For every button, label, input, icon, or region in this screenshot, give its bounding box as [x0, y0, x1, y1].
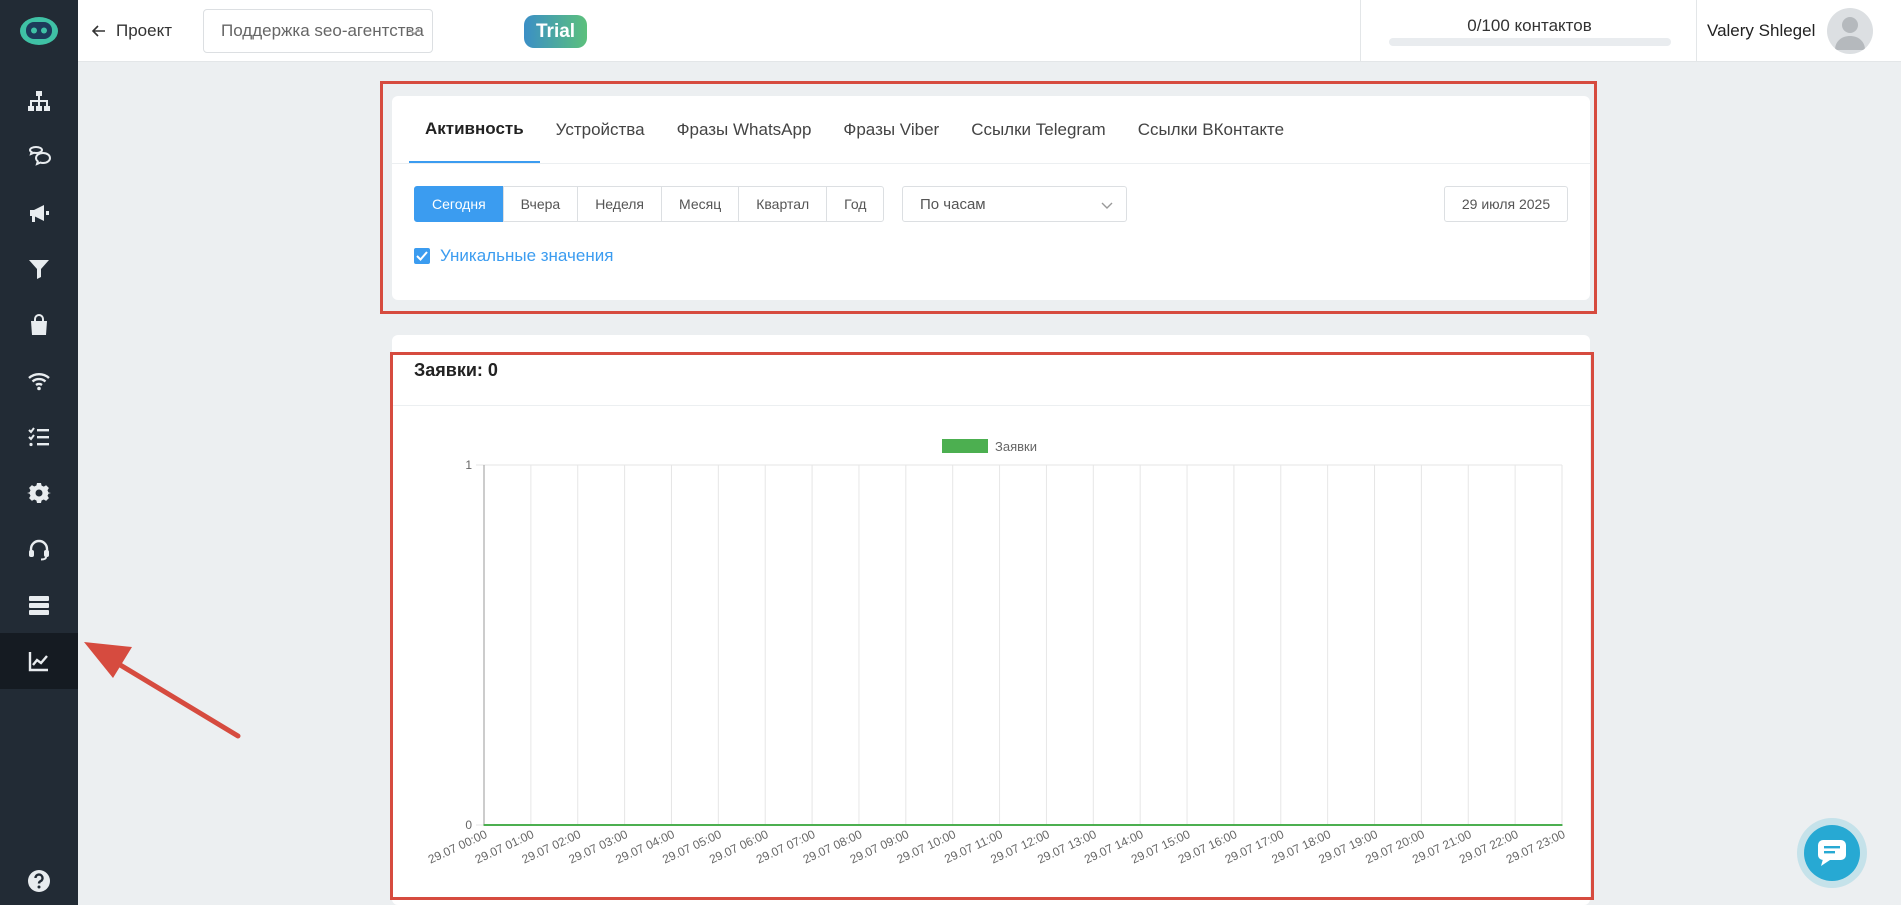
tab-2[interactable]: Фразы WhatsApp: [661, 96, 828, 163]
data-point: [717, 824, 720, 826]
requests-line-chart: 0129.07 00:0029.07 01:0029.07 02:0029.07…: [426, 439, 1568, 867]
granularity-select[interactable]: По часам: [902, 186, 1127, 222]
tabs-divider: [392, 163, 1590, 164]
unique-values-label: Уникальные значения: [440, 246, 614, 265]
data-point: [858, 824, 860, 826]
data-point: [1233, 824, 1235, 826]
chat-icon: [1818, 840, 1846, 866]
data-point: [576, 824, 579, 826]
unique-values-checkbox[interactable]: Уникальные значения: [414, 246, 613, 266]
tab-4[interactable]: Ссылки Telegram: [955, 96, 1122, 163]
data-point: [1373, 824, 1376, 826]
period-button-4[interactable]: Квартал: [738, 186, 828, 222]
contacts-text: 0/100 контактов: [1467, 16, 1592, 35]
period-button-0[interactable]: Сегодня: [414, 186, 504, 222]
tab-5[interactable]: Ссылки ВКонтакте: [1122, 96, 1300, 163]
tab-0[interactable]: Активность: [409, 96, 540, 163]
data-point: [811, 824, 813, 826]
tab-1[interactable]: Устройства: [540, 96, 661, 163]
y-tick-label: 1: [465, 458, 472, 472]
period-button-1[interactable]: Вчера: [502, 186, 579, 222]
support-chat-button[interactable]: [1797, 818, 1867, 888]
annotation-arrow-icon: [84, 642, 241, 739]
user-avatar-icon: [1835, 17, 1866, 50]
help-icon: [28, 870, 50, 892]
date-picker-button[interactable]: 29 июля 2025: [1444, 186, 1568, 222]
data-point: [1326, 824, 1329, 826]
user-name: Valery Shlegel: [1707, 21, 1816, 40]
tab-3[interactable]: Фразы Viber: [827, 96, 955, 163]
requests-chart-card: Заявки: 0 0 1 29.07 00:00 29.07 01:00 29.07 …: [392, 335, 1590, 905]
analytics-tabs: Активность Устройства Фразы WhatsApp Фразы …: [409, 96, 1300, 163]
data-point: [1514, 824, 1516, 826]
chevron-down-icon: [1101, 202, 1113, 209]
sidebar-item-help[interactable]: [0, 853, 78, 905]
data-point: [1092, 824, 1095, 826]
data-point: [1420, 824, 1423, 826]
data-point: [951, 824, 954, 826]
avatar[interactable]: [1827, 8, 1874, 54]
data-point: [623, 824, 626, 826]
data-point: [1186, 824, 1188, 826]
checkbox-checked-icon[interactable]: [414, 248, 430, 264]
contacts-progress-bar: [1389, 38, 1671, 46]
data-point: [1467, 824, 1470, 826]
contacts-counter: 0/100 контактов: [1360, 0, 1697, 62]
period-button-group: Сегодня Вчера Неделя Месяц Квартал Год: [414, 186, 885, 222]
data-point: [483, 824, 485, 826]
filters-card: Активность Устройства Фразы WhatsApp Фразы …: [392, 96, 1590, 300]
user-menu[interactable]: Valery Shlegel: [1707, 0, 1874, 62]
data-point: [530, 824, 532, 826]
chevron-down-icon: [408, 28, 420, 35]
data-point: [905, 824, 907, 826]
data-point: [1279, 824, 1282, 826]
period-button-5[interactable]: Год: [826, 186, 885, 222]
period-button-3[interactable]: Месяц: [661, 186, 740, 222]
y-tick-label: 0: [465, 818, 472, 832]
data-point: [670, 824, 673, 826]
legend-swatch: [942, 439, 988, 453]
data-point: [1561, 824, 1563, 826]
data-point: [998, 824, 1001, 826]
data-point: [1045, 824, 1048, 826]
period-button-2[interactable]: Неделя: [577, 186, 663, 222]
trial-badge: Trial: [524, 15, 588, 48]
granularity-value: По часам: [920, 195, 986, 213]
data-point: [764, 824, 767, 826]
data-point: [1139, 824, 1141, 826]
top-header: Проект Поддержка seo-агентства Trial 0/1…: [78, 0, 1901, 62]
legend-label: Заявки: [995, 439, 1037, 454]
